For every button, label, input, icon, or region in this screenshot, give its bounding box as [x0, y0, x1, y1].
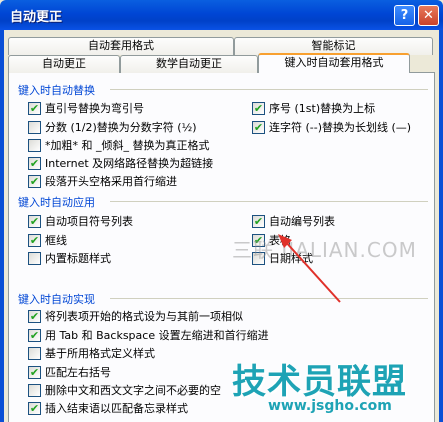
checkbox-label: 内置标题样式: [45, 252, 111, 265]
checkbox-define-styles[interactable]: 基于所用格式定义样式: [28, 345, 155, 361]
checkbox-box: [28, 120, 41, 134]
checkbox-box: [252, 214, 265, 228]
checkbox-label: 用 Tab 和 Backspace 设置左缩进和首行缩进: [45, 329, 269, 342]
checkbox-box: [28, 174, 41, 188]
checkbox-label: 直引号替换为弯引号: [45, 102, 144, 115]
checkbox-label: *加粗* 和 _倾斜_ 替换为真正格式: [45, 139, 210, 152]
checkbox-tab-backspace[interactable]: 用 Tab 和 Backspace 设置左缩进和首行缩进: [28, 327, 269, 343]
checkbox-box: [252, 120, 265, 134]
tab-label: 键入时自动套用格式: [284, 56, 384, 69]
checkbox-label: 分数 (1/2)替换为分数字符 (½): [45, 121, 197, 134]
group-title-apply: 键入时自动应用: [18, 196, 95, 209]
checkbox-box: [28, 346, 41, 360]
group-title-implement: 键入时自动实现: [18, 293, 95, 306]
checkbox-closing-phrases[interactable]: 插入结束语以匹配备忘录样式: [28, 400, 188, 416]
group-title-replace: 键入时自动替换: [18, 84, 95, 97]
checkbox-smart-quotes[interactable]: 直引号替换为弯引号: [28, 100, 144, 116]
help-icon: ?: [400, 8, 409, 23]
checkbox-label: 连字符 (--)替换为长划线 (—): [269, 121, 412, 134]
group-divider: [110, 89, 428, 90]
checkbox-fractions[interactable]: 分数 (1/2)替换为分数字符 (½): [28, 119, 197, 135]
tab-label: 数学自动更正: [156, 57, 222, 70]
checkbox-box: [28, 138, 41, 152]
tab-label: 自动更正: [42, 57, 86, 70]
tab-math-autocorrect[interactable]: 数学自动更正: [120, 55, 258, 73]
checkbox-borders[interactable]: 框线: [28, 232, 67, 248]
checkbox-label: 将列表项开始的格式设为与其前一项相似: [45, 310, 243, 323]
tab-label: 智能标记: [311, 39, 356, 52]
group-divider: [110, 201, 428, 202]
checkbox-box: [28, 401, 41, 415]
checkbox-box: [28, 309, 41, 323]
close-button[interactable]: ✕: [418, 5, 439, 26]
group-divider: [110, 298, 428, 299]
checkbox-box: [28, 251, 41, 265]
checkbox-label: 删除中文和西文文字之间不必要的空: [45, 384, 221, 397]
tab-label: 自动套用格式: [88, 39, 154, 52]
annotation-arrow-icon: [278, 234, 341, 303]
checkbox-box: [28, 365, 41, 379]
checkbox-hyperlinks[interactable]: Internet 及网络路径替换为超链接: [28, 155, 213, 171]
tab-autoformat-as-you-type[interactable]: 键入时自动套用格式: [258, 53, 410, 73]
checkbox-label: 基于所用格式定义样式: [45, 347, 155, 360]
tab-autoformat[interactable]: 自动套用格式: [8, 37, 234, 55]
close-icon: ✕: [423, 8, 434, 23]
tab-autocorrect[interactable]: 自动更正: [8, 55, 120, 73]
title-bar: 自动更正 ? ✕: [0, 0, 443, 30]
window-frame-right: [439, 30, 443, 422]
checkbox-label: 插入结束语以匹配备忘录样式: [45, 402, 188, 415]
checkbox-label: Internet 及网络路径替换为超链接: [45, 157, 214, 170]
window-title: 自动更正: [10, 10, 63, 25]
checkbox-box: [28, 156, 41, 170]
checkbox-dashes[interactable]: 连字符 (--)替换为长划线 (—): [252, 119, 411, 135]
checkbox-bulleted-lists[interactable]: 自动项目符号列表: [28, 213, 133, 229]
checkbox-first-line-indent[interactable]: 段落开头空格采用首行缩进: [28, 173, 177, 189]
checkbox-ordinals[interactable]: 序号 (1st)替换为上标: [252, 100, 375, 116]
checkbox-label: 自动项目符号列表: [45, 215, 133, 228]
watermark-logo: 技术员联盟: [232, 362, 407, 402]
checkbox-box: [28, 233, 41, 247]
checkbox-box: [28, 328, 41, 342]
checkbox-remove-spaces[interactable]: 删除中文和西文文字之间不必要的空: [28, 382, 221, 398]
checkbox-box: [28, 383, 41, 397]
window-frame-left: [0, 30, 4, 422]
checkbox-match-parentheses[interactable]: 匹配左右括号: [28, 364, 111, 380]
watermark-url: www.jsgho.com: [268, 398, 392, 414]
checkbox-label: 序号 (1st)替换为上标: [269, 102, 376, 115]
checkbox-bold-italic[interactable]: *加粗* 和 _倾斜_ 替换为真正格式: [28, 137, 210, 153]
checkbox-label: 段落开头空格采用首行缩进: [45, 175, 177, 188]
checkbox-label: 匹配左右括号: [45, 366, 111, 379]
checkbox-label: 框线: [45, 234, 67, 247]
help-button[interactable]: ?: [394, 5, 415, 26]
checkbox-heading-styles[interactable]: 内置标题样式: [28, 250, 111, 266]
checkbox-box: [28, 101, 41, 115]
checkbox-list-format[interactable]: 将列表项开始的格式设为与其前一项相似: [28, 308, 243, 324]
checkbox-box: [252, 101, 265, 115]
checkbox-box: [28, 214, 41, 228]
